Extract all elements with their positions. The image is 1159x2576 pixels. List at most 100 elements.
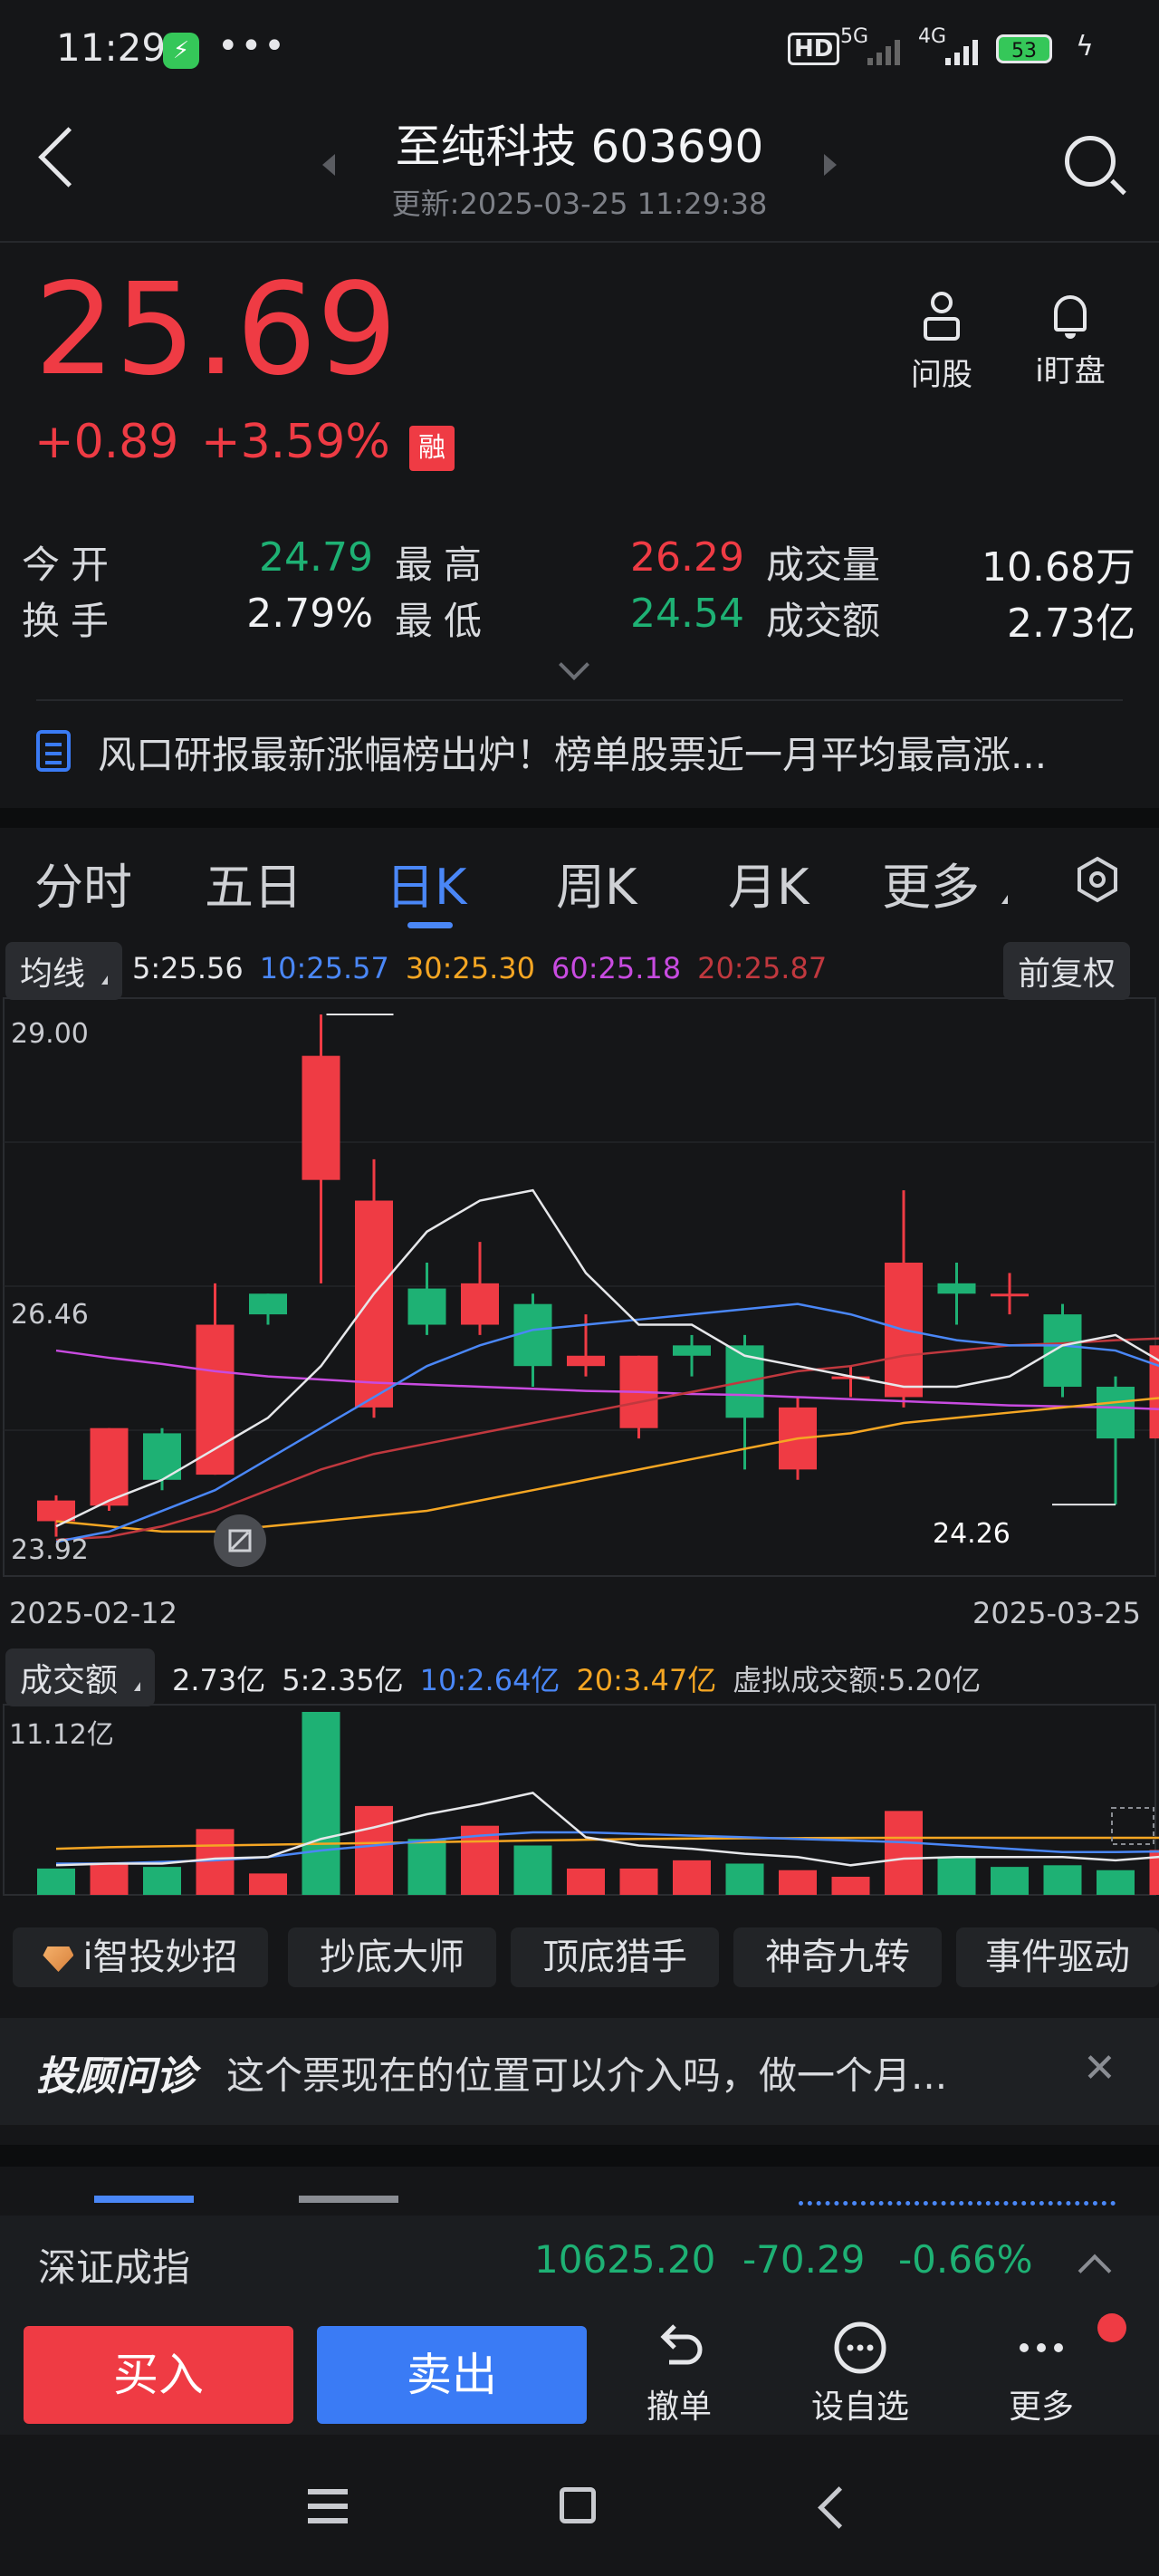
menu-icon[interactable]: [308, 2489, 348, 2494]
more-button[interactable]: 更多: [978, 2319, 1105, 2427]
active-tab-indicator: [407, 922, 453, 928]
next-stock-icon[interactable]: [824, 154, 837, 176]
ma-selector[interactable]: 均线: [5, 942, 123, 1000]
candle-body: [355, 1200, 393, 1408]
volume-bar: [90, 1863, 129, 1895]
high-label: 最高: [395, 543, 493, 587]
news-divider: [36, 699, 1123, 701]
volume-bar: [673, 1860, 711, 1895]
section-gap: [0, 808, 1159, 828]
volume-chart[interactable]: [0, 1703, 1159, 1898]
low-value: 24.54: [630, 591, 744, 637]
candle-body: [991, 1293, 1029, 1297]
volume-value-0: 2.73亿: [172, 1663, 266, 1697]
price-change: +0.89: [34, 415, 179, 469]
status-bar: 11:29 ⚡ ••• HD 5G 4G 53 ϟ: [0, 0, 1159, 100]
add-watchlist-label: 设自选: [810, 2389, 909, 2426]
candle-body: [196, 1324, 235, 1475]
tool-ai-tips[interactable]: i智投妙招: [13, 1927, 268, 1987]
tab-five-day[interactable]: 五日: [205, 847, 302, 918]
index-change: -70.29: [742, 2237, 866, 2282]
close-icon[interactable]: ✕: [1083, 2045, 1116, 2091]
tab-more[interactable]: 更多: [882, 847, 1009, 918]
advisor-question[interactable]: 这个票现在的位置可以介入吗，做一个月...: [226, 2045, 947, 2100]
candle-body: [407, 1288, 446, 1325]
network-5g-label: 5G: [840, 25, 869, 48]
search-icon[interactable]: [1065, 136, 1116, 187]
tool-top-bottom-hunter[interactable]: 顶底猎手: [511, 1927, 719, 1987]
volume-label: 成交量: [766, 543, 881, 587]
bell-icon: [1052, 292, 1088, 341]
open-value: 24.79: [259, 534, 373, 581]
candle-body: [513, 1303, 552, 1367]
ma-value-2: 30:25.30: [405, 951, 535, 985]
candle-body: [249, 1293, 287, 1315]
volume-indicator-selector[interactable]: 成交额: [5, 1648, 156, 1706]
update-time: 更新:2025-03-25 11:29:38: [391, 187, 768, 221]
ask-stock-button[interactable]: 问股: [887, 292, 996, 394]
volume-value-2: 10:2.64亿: [419, 1663, 560, 1697]
cancel-order-button[interactable]: 撤单: [616, 2319, 742, 2427]
ma-value-3: 60:25.18: [551, 951, 682, 985]
notification-more-icon: •••: [217, 25, 287, 67]
gem-icon: [43, 1946, 74, 1972]
tool-magic-nine[interactable]: 神奇九转: [733, 1927, 942, 1987]
expand-chevron-icon[interactable]: [559, 649, 589, 680]
document-icon: [36, 730, 71, 772]
buy-button[interactable]: 买入: [24, 2326, 293, 2424]
margin-badge: 融: [409, 426, 455, 471]
tab-monthly-k[interactable]: 月K: [728, 847, 809, 918]
tool-event-driven[interactable]: 事件驱动: [956, 1927, 1159, 1987]
index-change-pct: -0.66%: [898, 2237, 1033, 2282]
volume-bar: [1043, 1865, 1082, 1895]
tool-ai-tips-label: i智投妙招: [82, 1937, 238, 1978]
current-price: 25.69: [34, 256, 398, 404]
turnover-value: 2.79%: [246, 591, 373, 637]
candle-body: [937, 1283, 976, 1294]
news-link[interactable]: 风口研报最新涨幅榜出炉！榜单股票近一月平均最高涨...: [98, 725, 1112, 780]
signal-4g-icon: [945, 34, 985, 69]
candle-body: [567, 1355, 605, 1367]
drawing-tool-icon[interactable]: [214, 1514, 266, 1567]
tab-weekly-k[interactable]: 周K: [556, 847, 637, 918]
tab-intraday[interactable]: 分时: [34, 847, 132, 918]
status-time: 11:29: [56, 25, 167, 70]
tool-bottom-master[interactable]: 抄底大师: [288, 1927, 496, 1987]
kline-y-max: 29.00: [11, 1018, 89, 1050]
cancel-order-label: 撤单: [646, 2389, 712, 2426]
volume-value: 10.68万: [982, 544, 1135, 591]
detail-tabs-peek: [0, 2165, 1159, 2219]
date-start: 2025-02-12: [9, 1596, 177, 1630]
candle-body: [461, 1283, 499, 1325]
volume-bar: [567, 1868, 605, 1895]
adjust-selector[interactable]: 前复权: [1003, 942, 1131, 1000]
price-change-pct: +3.59%: [201, 415, 390, 469]
undo-icon: [616, 2319, 742, 2380]
amount-label: 成交额: [766, 599, 881, 643]
battery-icon: 53: [996, 34, 1052, 63]
more-label: 更多: [1008, 2389, 1074, 2426]
volume-bar: [196, 1829, 235, 1895]
volume-values: 2.73亿 5:2.35亿 10:2.64亿 20:3.47亿 虚拟成交额:5.20亿: [172, 1658, 997, 1699]
volume-bar: [725, 1863, 764, 1895]
add-watchlist-button[interactable]: 设自选: [797, 2319, 924, 2427]
more-icon: [978, 2319, 1105, 2380]
volume-bar: [831, 1877, 870, 1895]
date-end: 2025-03-25: [972, 1596, 1141, 1630]
settings-icon[interactable]: [1074, 856, 1121, 903]
home-icon[interactable]: [560, 2487, 596, 2523]
ma-value-0: 5:25.56: [132, 951, 244, 985]
volume-value-3: 20:3.47亿: [576, 1663, 717, 1697]
watch-button[interactable]: i盯盘: [1016, 292, 1125, 390]
dropdown-icon: [995, 895, 1009, 904]
volume-svg: [3, 1704, 1159, 1896]
tab-daily-k[interactable]: 日K: [386, 847, 466, 918]
more-circle-icon: [797, 2319, 924, 2380]
turnover-label: 换手: [22, 599, 120, 643]
index-name: 深证成指: [38, 2245, 191, 2290]
ma-value-4: 20:25.87: [697, 951, 828, 985]
kline-chart[interactable]: [0, 996, 1159, 1581]
open-label: 今开: [22, 543, 120, 587]
volume-value-4: 虚拟成交额:5.20亿: [733, 1663, 982, 1697]
sell-button[interactable]: 卖出: [317, 2326, 587, 2424]
